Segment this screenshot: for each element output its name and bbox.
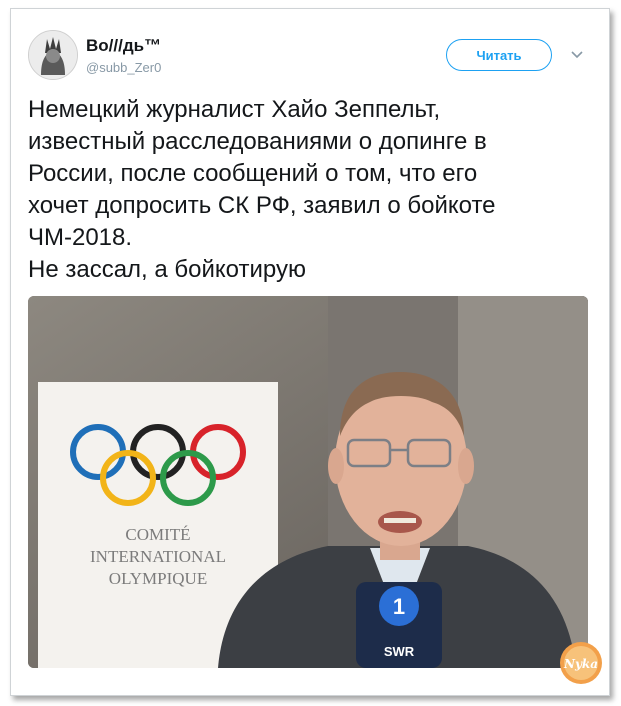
banner-line-2: INTERNATIONAL [90,547,226,566]
watermark-text: Nyka [563,657,598,671]
watermark-logo: Nyka [558,640,604,686]
mic-label: SWR [384,644,415,659]
tweet-text: Немецкий журналист Хайо Зеппельт, извест… [28,96,496,283]
author-handle[interactable]: @subb_Zer0 [86,60,161,75]
banner-line-3: OLYMPIQUE [109,569,207,588]
mic-logo: 1 [393,594,405,619]
avatar[interactable] [28,30,78,80]
avatar-portrait-icon [29,31,77,79]
chevron-down-icon[interactable] [570,48,584,62]
follow-button[interactable]: Читать [446,39,552,71]
tweet-photo[interactable]: COMITÉ INTERNATIONAL OLYMPIQUE 1 SWR [28,296,588,668]
microphone: 1 SWR [356,582,442,668]
banner-line-1: COMITÉ [125,525,190,544]
author-name[interactable]: Во///дь™ [86,36,161,56]
